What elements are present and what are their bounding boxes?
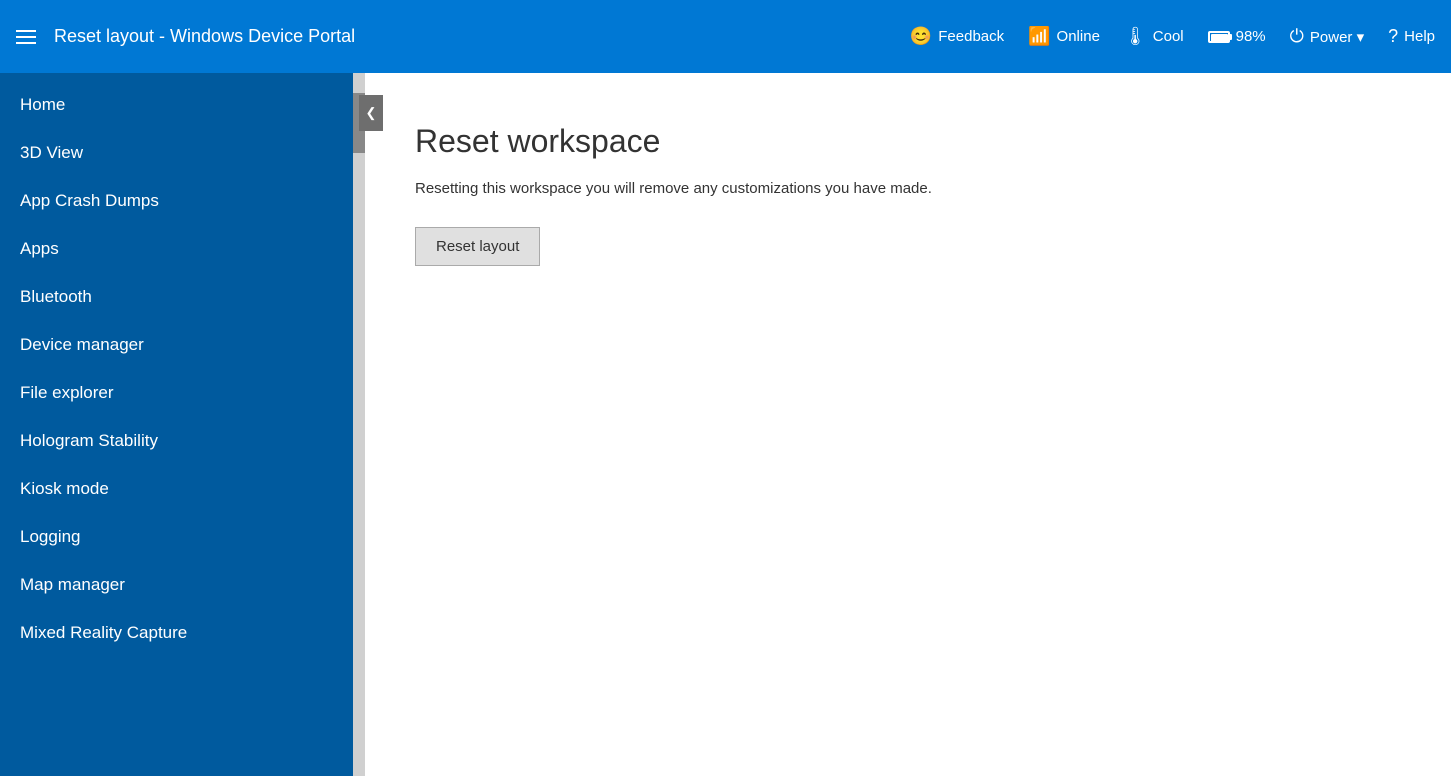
sidebar-item-app-crash-dumps[interactable]: App Crash Dumps (0, 177, 353, 225)
sidebar-collapse-button[interactable]: ❮ (359, 95, 383, 131)
sidebar: Home3D ViewApp Crash DumpsAppsBluetoothD… (0, 73, 365, 776)
online-status: 📶 Online (1028, 26, 1100, 47)
main-layout: Home3D ViewApp Crash DumpsAppsBluetoothD… (0, 73, 1451, 776)
power-button[interactable]: ⏻ Power ▾ (1290, 26, 1364, 47)
battery-label: 98% (1236, 28, 1266, 45)
sidebar-item-apps[interactable]: Apps (0, 225, 353, 273)
page-title: Reset layout - Windows Device Portal (54, 26, 910, 47)
sidebar-item-mixed-reality-capture[interactable]: Mixed Reality Capture (0, 609, 353, 657)
battery-status: 98% (1208, 28, 1266, 45)
sidebar-nav: Home3D ViewApp Crash DumpsAppsBluetoothD… (0, 73, 353, 776)
thermometer-icon: 🌡 (1124, 26, 1147, 47)
temperature-status: 🌡 Cool (1124, 26, 1184, 47)
hamburger-menu[interactable] (16, 30, 36, 44)
feedback-button[interactable]: 😊 Feedback (910, 26, 1004, 47)
reset-layout-button[interactable]: Reset layout (415, 227, 540, 266)
sidebar-scrollbar[interactable] (353, 73, 365, 776)
feedback-label: Feedback (938, 28, 1004, 45)
online-label: Online (1057, 28, 1100, 45)
online-icon: 📶 (1028, 26, 1050, 47)
sidebar-item-3d-view[interactable]: 3D View (0, 129, 353, 177)
cool-label: Cool (1153, 28, 1184, 45)
content-description: Resetting this workspace you will remove… (415, 180, 1401, 197)
sidebar-item-logging[interactable]: Logging (0, 513, 353, 561)
sidebar-item-device-manager[interactable]: Device manager (0, 321, 353, 369)
sidebar-item-map-manager[interactable]: Map manager (0, 561, 353, 609)
sidebar-item-hologram-stability[interactable]: Hologram Stability (0, 417, 353, 465)
help-label: Help (1404, 28, 1435, 45)
sidebar-item-file-explorer[interactable]: File explorer (0, 369, 353, 417)
header: Reset layout - Windows Device Portal 😊 F… (0, 0, 1451, 73)
power-icon: ⏻ (1290, 26, 1304, 47)
sidebar-item-bluetooth[interactable]: Bluetooth (0, 273, 353, 321)
sidebar-item-home[interactable]: Home (0, 81, 353, 129)
help-button[interactable]: ? Help (1388, 26, 1435, 47)
sidebar-item-kiosk-mode[interactable]: Kiosk mode (0, 465, 353, 513)
content-area: Reset workspace Resetting this workspace… (365, 73, 1451, 776)
content-title: Reset workspace (415, 123, 1401, 160)
battery-icon (1208, 31, 1230, 43)
help-icon: ? (1388, 26, 1398, 47)
header-actions: 😊 Feedback 📶 Online 🌡 Cool 98% ⏻ Power ▾ (910, 26, 1435, 47)
power-label: Power ▾ (1310, 28, 1364, 46)
feedback-icon: 😊 (910, 26, 932, 47)
